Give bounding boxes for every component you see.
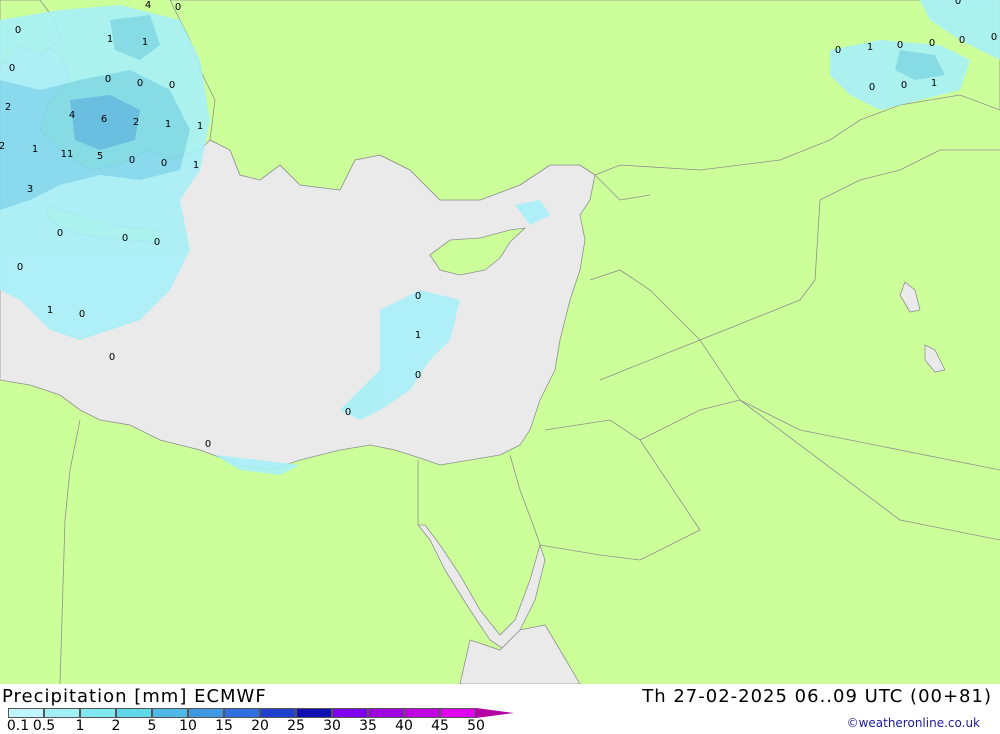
- precip-value-label: 0: [57, 228, 63, 239]
- legend-label: 25: [287, 718, 305, 734]
- legend-label: 5: [147, 718, 157, 734]
- precip-value-label: 4: [69, 110, 75, 121]
- legend-arrow: [476, 708, 514, 718]
- legend-label: 30: [323, 718, 341, 734]
- precip-value-label: 0: [991, 32, 997, 43]
- legend-swatch: [152, 708, 188, 718]
- precip-value-label: 0: [109, 352, 115, 363]
- precip-value-label: 0: [175, 2, 181, 13]
- precip-value-label: 3: [27, 184, 33, 195]
- precip-value-label: 0: [345, 407, 351, 418]
- legend-swatch: [80, 708, 116, 718]
- legend-swatch: [116, 708, 152, 718]
- precip-value-label: 2: [5, 102, 11, 113]
- precip-value-label: 1: [931, 78, 937, 89]
- precip-value-label: 0: [415, 291, 421, 302]
- precip-value-label: 0: [122, 233, 128, 244]
- legend-label: 45: [431, 718, 449, 734]
- legend-swatch: [44, 708, 80, 718]
- credit-link[interactable]: ©weatheronline.co.uk: [847, 716, 980, 730]
- precip-value-label: 1: [142, 37, 148, 48]
- precip-value-label: 1: [197, 121, 203, 132]
- legend-label: 15: [215, 718, 233, 734]
- precip-value-label: 1: [867, 42, 873, 53]
- legend-swatch: [440, 708, 476, 718]
- legend-label: 35: [359, 718, 377, 734]
- map-footer: Precipitation [mm] ECMWF Th 27-02-2025 0…: [0, 684, 1000, 734]
- legend-swatch: [260, 708, 296, 718]
- precip-value-label: 0: [897, 40, 903, 51]
- legend-label: 0.1: [6, 718, 30, 734]
- precip-value-label: 0: [415, 370, 421, 381]
- precip-value-label: 0: [129, 155, 135, 166]
- map-canvas: 4 001 100 0 024 6 2 1 12 1 11 5 0 0 130 0 001 00010000 1 0 0…: [0, 0, 1000, 685]
- precip-value-label: 2: [0, 141, 5, 152]
- precip-value-label: 4: [145, 0, 151, 11]
- legend-label: 50: [467, 718, 485, 734]
- legend-swatch: [332, 708, 368, 718]
- legend-label: 2: [111, 718, 121, 734]
- legend-labels: 0.1 0.5 1 2 5 10 15 20 25 30 35 40 45 50: [0, 718, 540, 734]
- precip-value-label: 0: [929, 38, 935, 49]
- precip-value-label: 5: [97, 151, 103, 162]
- precip-value-label: 0: [869, 82, 875, 93]
- precipitation-map: 4 0 0 1 1 0 0 0 0 2 4 6 2 1 1 2 1 11 5 0 0 1 3 0 0 0 0 1 0 0 0 1 0 0 0 0 1 0 0…: [0, 0, 1000, 685]
- precip-value-label: 0: [205, 439, 211, 450]
- precip-value-label: 0: [161, 158, 167, 169]
- precip-value-label: 1: [47, 305, 53, 316]
- precip-value-label: 0: [9, 63, 15, 74]
- precip-value-label: 0: [835, 45, 841, 56]
- color-legend: [8, 708, 514, 718]
- precip-value-label: 0: [169, 80, 175, 91]
- map-timestamp: Th 27-02-2025 06..09 UTC (00+81): [642, 686, 992, 707]
- precip-value-label: 1: [193, 160, 199, 171]
- precip-value-label: 0: [105, 74, 111, 85]
- legend-label: 1: [75, 718, 85, 734]
- precip-value-label: 0: [959, 35, 965, 46]
- legend-swatch: [368, 708, 404, 718]
- legend-label: 10: [179, 718, 197, 734]
- precip-value-label: 6: [101, 114, 107, 125]
- precip-value-label: 1: [415, 330, 421, 341]
- precip-value-label: 2: [133, 117, 139, 128]
- precip-value-label: 1: [107, 34, 113, 45]
- legend-swatch: [8, 708, 44, 718]
- legend-swatch: [224, 708, 260, 718]
- legend-swatch: [296, 708, 332, 718]
- legend-label: 40: [395, 718, 413, 734]
- precip-value-label: 0: [17, 262, 23, 273]
- precip-value-label: 11: [61, 149, 74, 160]
- precip-value-label: 0: [901, 80, 907, 91]
- precip-value-label: 0: [955, 0, 961, 7]
- legend-swatch: [404, 708, 440, 718]
- precip-value-label: 1: [165, 119, 171, 130]
- precip-value-label: 0: [137, 78, 143, 89]
- precip-value-label: 0: [15, 25, 21, 36]
- legend-label: 0.5: [32, 718, 56, 734]
- map-title: Precipitation [mm] ECMWF: [2, 686, 267, 707]
- legend-swatch: [188, 708, 224, 718]
- precip-value-label: 0: [154, 237, 160, 248]
- legend-label: 20: [251, 718, 269, 734]
- precip-value-label: 0: [79, 309, 85, 320]
- precip-value-label: 1: [32, 144, 38, 155]
